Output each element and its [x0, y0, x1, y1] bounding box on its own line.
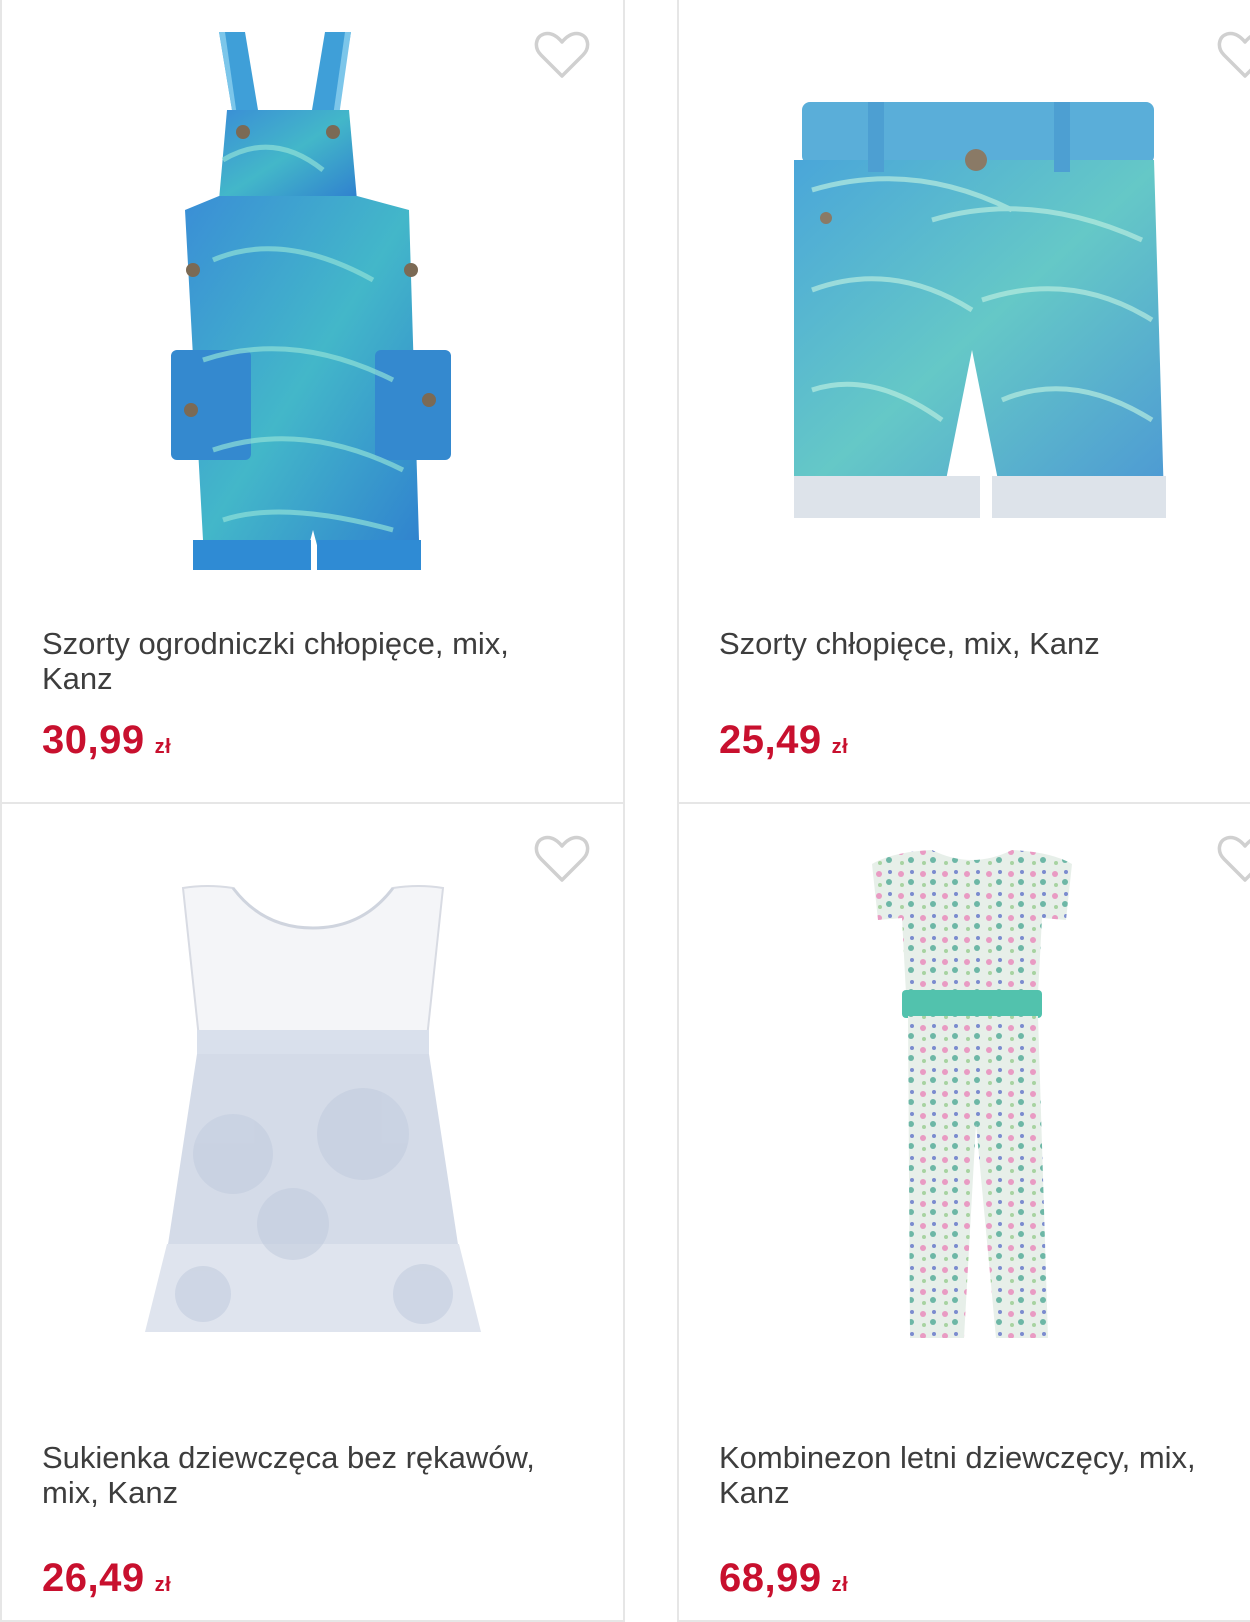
product-price: 26,49 zł	[42, 1554, 171, 1609]
shorts-image[interactable]	[679, 20, 1250, 610]
price-value: 25,49	[719, 718, 822, 762]
product-card[interactable]: Szorty chłopięce, mix, Kanz 25,49 zł	[677, 0, 1250, 806]
product-card[interactable]: Szorty ogrodniczki chłopięce, mix, Kanz …	[0, 0, 625, 806]
price-value: 68,99	[719, 1556, 822, 1600]
product-title[interactable]: Szorty ogrodniczki chłopięce, mix, Kanz	[42, 626, 572, 696]
product-price: 68,99 zł	[719, 1554, 848, 1609]
product-title[interactable]: Kombinezon letni dziewczęcy, mix, Kanz	[719, 1440, 1250, 1510]
price-currency: zł	[831, 736, 849, 758]
price-currency: zł	[154, 1574, 172, 1596]
price-currency: zł	[831, 1574, 849, 1596]
product-card[interactable]: Sukienka dziewczęca bez rękawów, mix, Ka…	[0, 802, 625, 1622]
jumpsuit-image[interactable]	[679, 824, 1250, 1414]
price-value: 30,99	[42, 718, 145, 762]
dress-image[interactable]	[2, 824, 623, 1414]
product-price: 25,49 zł	[719, 716, 848, 771]
price-currency: zł	[154, 736, 172, 758]
product-price: 30,99 zł	[42, 716, 171, 771]
product-title[interactable]: Szorty chłopięce, mix, Kanz	[719, 626, 1250, 661]
overall-shorts-image[interactable]	[2, 20, 623, 610]
price-value: 26,49	[42, 1556, 145, 1600]
product-title[interactable]: Sukienka dziewczęca bez rękawów, mix, Ka…	[42, 1440, 572, 1510]
product-card[interactable]: Kombinezon letni dziewczęcy, mix, Kanz 6…	[677, 802, 1250, 1622]
